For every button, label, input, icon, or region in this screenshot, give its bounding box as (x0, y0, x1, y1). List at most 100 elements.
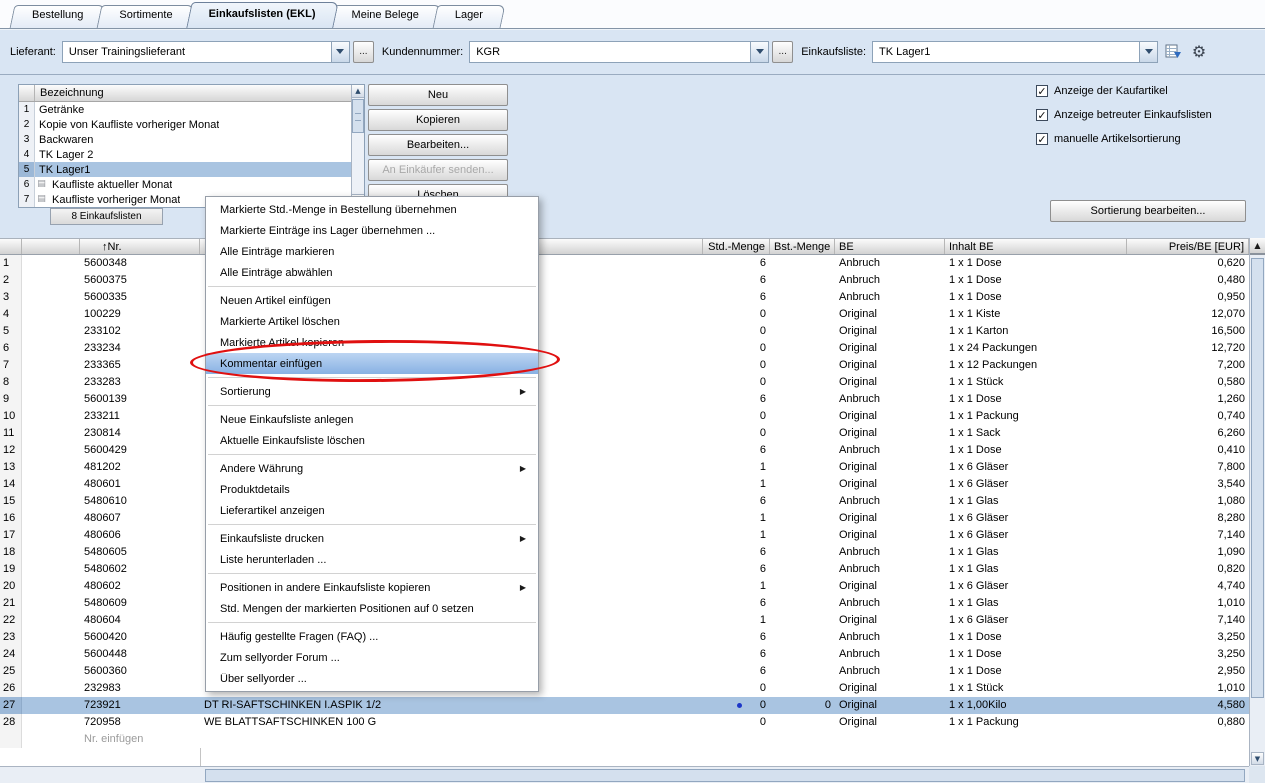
table-row[interactable]: 164806071Original1 x 6 Gläser8,280 (0, 510, 1249, 527)
kundennummer-more-button[interactable]: ... (772, 41, 793, 63)
table-row[interactable]: 134812021Original1 x 6 Gläser7,800 (0, 459, 1249, 476)
tab-sortimente[interactable]: Sortimente (99, 5, 192, 28)
kundennummer-combobox[interactable]: KGR (469, 41, 769, 63)
tab-lager[interactable]: Lager (435, 5, 503, 28)
bearbeiten-button[interactable]: Bearbeiten... (368, 134, 508, 156)
tab-meine-belege[interactable]: Meine Belege (332, 5, 439, 28)
scroll-to-top-button[interactable]: ▲ (1250, 238, 1265, 255)
table-row[interactable]: 174806061Original1 x 6 Gläser7,140 (0, 527, 1249, 544)
menu-item-markierte-artikel-kopieren[interactable]: Markierte Artikel kopieren (206, 332, 538, 353)
menu-item-zum-sellyorder-forum[interactable]: Zum sellyorder Forum ... (206, 647, 538, 668)
table-row-placeholder[interactable]: Nr. einfügen (0, 731, 1249, 748)
menu-item-über-sellyorder[interactable]: Über sellyorder ... (206, 668, 538, 689)
settings-gear-icon[interactable]: ⚙ (1188, 41, 1210, 63)
col-header-inhalt-be[interactable]: Inhalt BE (945, 239, 1127, 254)
table-row[interactable]: 1954806026Anbruch1 x 1 Glas0,820 (0, 561, 1249, 578)
table-row[interactable]: 28720958WE BLATTSAFTSCHINKEN 100 G0Origi… (0, 714, 1249, 731)
table-row[interactable]: 204806021Original1 x 6 Gläser4,740 (0, 578, 1249, 595)
kundennummer-label: Kundennummer: (382, 46, 463, 58)
table-row[interactable]: 112308140Original1 x 1 Sack6,260 (0, 425, 1249, 442)
horizontal-scrollbar-thumb[interactable] (205, 769, 1245, 782)
table-row[interactable]: 144806011Original1 x 6 Gläser3,540 (0, 476, 1249, 493)
table-row[interactable]: 224806041Original1 x 6 Gläser7,140 (0, 612, 1249, 629)
cell-inhalt-be: 1 x 1 Glas (945, 561, 1127, 578)
table-row[interactable]: 1854806056Anbruch1 x 1 Glas1,090 (0, 544, 1249, 561)
lieferant-dropdown-button[interactable] (331, 42, 349, 62)
menu-item-markierte-artikel-löschen[interactable]: Markierte Artikel löschen (206, 311, 538, 332)
edit-list-icon[interactable] (1162, 41, 1184, 63)
lieferant-combobox[interactable]: Unser Trainingslieferant (62, 41, 350, 63)
table-row[interactable]: 156003486Anbruch1 x 1 Dose0,620 (0, 255, 1249, 272)
table-vertical-scrollbar[interactable]: ▲ ▼ (1249, 238, 1265, 766)
kopieren-button[interactable]: Kopieren (368, 109, 508, 131)
col-header-rownum[interactable] (0, 239, 22, 254)
list-scrollbar-thumb[interactable] (352, 99, 364, 133)
table-scroll-down-button[interactable]: ▼ (1251, 752, 1264, 765)
table-row[interactable]: 52331020Original1 x 1 Karton16,500 (0, 323, 1249, 340)
table-row[interactable]: 356003356Anbruch1 x 1 Dose0,950 (0, 289, 1249, 306)
menu-item-sortierung[interactable]: Sortierung▶ (206, 381, 538, 402)
table-row[interactable]: 72333650Original1 x 12 Packungen7,200 (0, 357, 1249, 374)
lieferant-more-button[interactable]: ... (353, 41, 374, 63)
menu-item-liste-herunterladen[interactable]: Liste herunterladen ... (206, 549, 538, 570)
menu-item-neue-einkaufsliste-anlegen[interactable]: Neue Einkaufsliste anlegen (206, 409, 538, 430)
sortierung-bearbeiten-button[interactable]: Sortierung bearbeiten... (1050, 200, 1246, 222)
list-item-tk-lager1[interactable]: 5TK Lager1 (19, 162, 351, 177)
table-row[interactable]: 2556003606Anbruch1 x 1 Dose2,950 (0, 663, 1249, 680)
kundennummer-dropdown-button[interactable] (750, 42, 768, 62)
menu-item-positionen-in-andere-einkaufsliste-kopieren[interactable]: Positionen in andere Einkaufsliste kopie… (206, 577, 538, 598)
neu-button[interactable]: Neu (368, 84, 508, 106)
cell-preis: 1,010 (1127, 595, 1249, 612)
menu-item-häufig-gestellte-fragen-faq[interactable]: Häufig gestellte Fragen (FAQ) ... (206, 626, 538, 647)
scroll-up-button[interactable]: ▲ (352, 85, 364, 98)
table-row[interactable]: 27723921DT RI-SAFTSCHINKEN I.ASPIK 1/200… (0, 697, 1249, 714)
table-row[interactable]: 41002290Original1 x 1 Kiste12,070 (0, 306, 1249, 323)
table-row[interactable]: 256003756Anbruch1 x 1 Dose0,480 (0, 272, 1249, 289)
list-item-kopie-von-kaufliste-vorheriger-monat[interactable]: 2Kopie von Kaufliste vorheriger Monat (19, 117, 351, 132)
table-row[interactable]: 2356004206Anbruch1 x 1 Dose3,250 (0, 629, 1249, 646)
checkbox-manuelle-artikelsortierung[interactable]: ✓ (1036, 133, 1048, 145)
menu-item-kommentar-einfügen[interactable]: Kommentar einfügen (206, 353, 538, 374)
col-header-nr[interactable]: ↑Nr. (80, 239, 200, 254)
checkbox-anzeige-betreuter-einkaufslisten[interactable]: ✓ (1036, 109, 1048, 121)
menu-item-neuen-artikel-einfügen[interactable]: Neuen Artikel einfügen (206, 290, 538, 311)
col-header-gap[interactable] (22, 239, 80, 254)
list-scrollbar[interactable]: ▲ ▼ (351, 85, 364, 207)
col-header-std-menge[interactable]: Std.-Menge (703, 239, 770, 254)
tab-einkaufslisten-ekl[interactable]: Einkaufslisten (EKL) (189, 2, 336, 28)
list-item-backwaren[interactable]: 3Backwaren (19, 132, 351, 147)
table-scrollbar-thumb[interactable] (1251, 258, 1264, 698)
col-header-be[interactable]: BE (835, 239, 945, 254)
menu-item-alle-einträge-abwählen[interactable]: Alle Einträge abwählen (206, 262, 538, 283)
menu-item-alle-einträge-markieren[interactable]: Alle Einträge markieren (206, 241, 538, 262)
menu-item-einkaufsliste-drucken[interactable]: Einkaufsliste drucken▶ (206, 528, 538, 549)
menu-item-andere-währung[interactable]: Andere Währung▶ (206, 458, 538, 479)
list-item-kaufliste-aktueller-monat[interactable]: 6▤Kaufliste aktueller Monat (19, 177, 351, 192)
table-horizontal-scrollbar[interactable] (0, 766, 1249, 783)
list-item-getränke[interactable]: 1Getränke (19, 102, 351, 117)
menu-item-lieferartikel-anzeigen[interactable]: Lieferartikel anzeigen (206, 500, 538, 521)
col-header-preis[interactable]: Preis/BE [EUR] (1127, 239, 1249, 254)
tab-bestellung[interactable]: Bestellung (12, 5, 103, 28)
table-row[interactable]: 956001396Anbruch1 x 1 Dose1,260 (0, 391, 1249, 408)
table-row[interactable]: 102332110Original1 x 1 Packung0,740 (0, 408, 1249, 425)
table-row[interactable]: 2154806096Anbruch1 x 1 Glas1,010 (0, 595, 1249, 612)
table-row[interactable]: 1256004296Anbruch1 x 1 Dose0,410 (0, 442, 1249, 459)
einkaufsliste-combobox[interactable]: TK Lager1 (872, 41, 1158, 63)
list-item-tk-lager-2[interactable]: 4TK Lager 2 (19, 147, 351, 162)
menu-item-produktdetails[interactable]: Produktdetails (206, 479, 538, 500)
list-scrollbar-track[interactable] (352, 98, 364, 194)
list-header-bezeichnung[interactable]: Bezeichnung (35, 85, 351, 101)
einkaufsliste-dropdown-button[interactable] (1139, 42, 1157, 62)
menu-item-std-mengen-der-markierten-positionen-auf-0-setzen[interactable]: Std. Mengen der markierten Positionen au… (206, 598, 538, 619)
table-row[interactable]: 1554806106Anbruch1 x 1 Glas1,080 (0, 493, 1249, 510)
table-row[interactable]: 2456004486Anbruch1 x 1 Dose3,250 (0, 646, 1249, 663)
menu-item-aktuelle-einkaufsliste-löschen[interactable]: Aktuelle Einkaufsliste löschen (206, 430, 538, 451)
checkbox-anzeige-der-kaufartikel[interactable]: ✓ (1036, 85, 1048, 97)
table-row[interactable]: 262329830Original1 x 1 Stück1,010 (0, 680, 1249, 697)
menu-item-markierte-einträge-ins-lager-übernehmen[interactable]: Markierte Einträge ins Lager übernehmen … (206, 220, 538, 241)
table-row[interactable]: 62332340Original1 x 24 Packungen12,720 (0, 340, 1249, 357)
col-header-bst-menge[interactable]: Bst.-Menge (770, 239, 835, 254)
table-row[interactable]: 82332830Original1 x 1 Stück0,580 (0, 374, 1249, 391)
menu-item-markierte-std-menge-in-bestellung-übernehmen[interactable]: Markierte Std.-Menge in Bestellung übern… (206, 199, 538, 220)
